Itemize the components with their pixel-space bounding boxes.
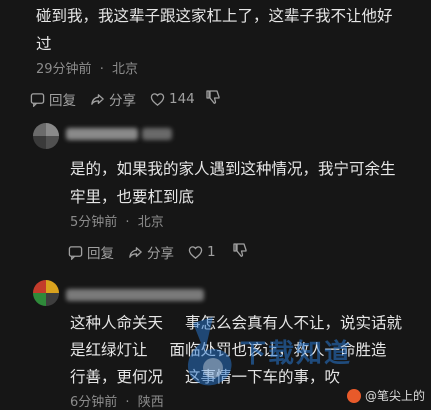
- comment-1-text: 碰到我，我这辈子跟这家杠上了，这辈子我不让他好 过: [36, 4, 431, 56]
- comment-3-location: 陕西: [137, 395, 164, 410]
- comment-2-time: 5分钟前: [70, 215, 118, 230]
- dislike-icon[interactable]: [232, 242, 248, 258]
- comment-1-actions: 回复 分享 144: [30, 89, 209, 109]
- share-label: 分享: [147, 246, 174, 262]
- comment-2-location: 北京: [137, 215, 164, 230]
- credit-text: @笔尖上的: [364, 389, 425, 403]
- weibo-icon: [346, 388, 361, 403]
- comment-2-line-1: 是的，如果我的家人遇到这种情况，我宁可余生: [70, 160, 396, 178]
- blurred-username[interactable]: [66, 128, 138, 140]
- comment-2-line-2: 牢里，也要杠到底: [70, 188, 195, 206]
- share-icon: [91, 93, 104, 105]
- avatar[interactable]: [33, 123, 59, 149]
- watermark-logo-icon: [187, 317, 232, 386]
- share-button[interactable]: 分享: [90, 89, 136, 109]
- like-button[interactable]: 1: [188, 244, 216, 260]
- reply-icon: [68, 245, 83, 260]
- meta-separator: ·: [99, 62, 104, 77]
- meta-separator: ·: [125, 215, 130, 230]
- comment-1-line-1: 碰到我，我这辈子跟这家杠上了，这辈子我不让他好: [36, 7, 393, 25]
- comment-1-location: 北京: [111, 62, 138, 77]
- comment-1-time: 29分钟前: [36, 62, 92, 77]
- comment-1-meta: 29分钟前 · 北京: [36, 58, 138, 77]
- comment-1-line-2: 过: [36, 35, 52, 53]
- like-button[interactable]: 144: [150, 91, 195, 107]
- like-count: 144: [169, 91, 195, 107]
- share-icon: [129, 246, 142, 258]
- comment-2-text: 是的，如果我的家人遇到这种情况，我宁可余生 牢里，也要杠到底: [70, 157, 431, 209]
- reply-label: 回复: [87, 246, 114, 262]
- dislike-icon[interactable]: [205, 89, 221, 105]
- meta-separator: ·: [125, 395, 130, 410]
- share-button[interactable]: 分享: [128, 242, 174, 262]
- comment-3-time: 6分钟前: [70, 395, 118, 410]
- reply-button[interactable]: 回复: [68, 242, 114, 262]
- watermark-text: 下载知道: [240, 339, 353, 369]
- like-count: 1: [207, 244, 216, 260]
- reply-icon: [30, 92, 45, 107]
- comment-3-line-1: 这种人命关天 事怎么会真有人不让，说实话就: [70, 314, 403, 332]
- avatar[interactable]: [33, 280, 59, 306]
- comment-2-meta: 5分钟前 · 北京: [70, 211, 164, 230]
- comment-2-actions: 回复 分享 1: [68, 242, 230, 262]
- comment-3-meta: 6分钟前 · 陕西: [70, 391, 164, 410]
- credit-label: @笔尖上的: [346, 387, 425, 404]
- reply-label: 回复: [49, 93, 76, 109]
- heart-icon: [150, 92, 165, 106]
- blurred-username[interactable]: [66, 289, 204, 301]
- reply-button[interactable]: 回复: [30, 89, 76, 109]
- share-label: 分享: [109, 93, 136, 109]
- heart-icon: [188, 245, 203, 259]
- blurred-username-2: [142, 128, 172, 140]
